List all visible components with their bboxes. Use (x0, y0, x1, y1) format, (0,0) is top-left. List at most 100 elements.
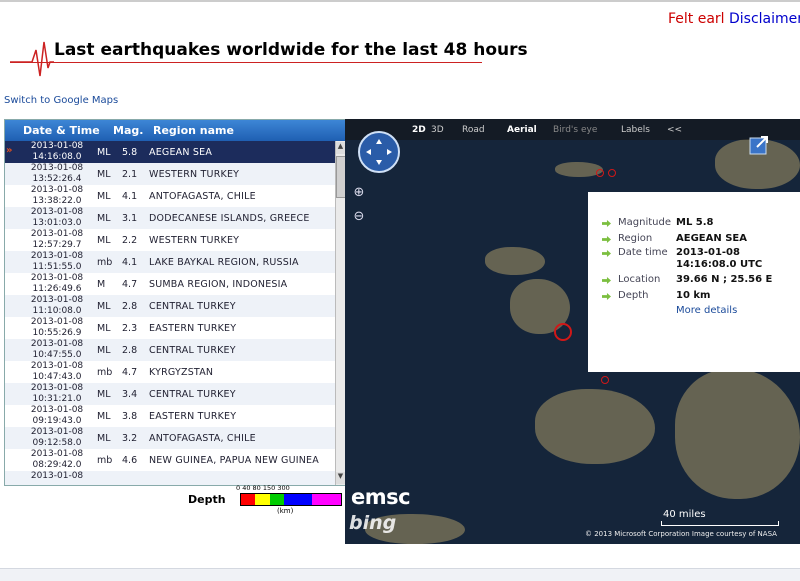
labels-toggle[interactable]: Labels (621, 125, 650, 135)
page-title: Last earthquakes worldwide for the last … (54, 40, 528, 60)
row-date: 2013-01-08 (30, 449, 84, 459)
view-2d-button[interactable]: 2D (412, 125, 426, 135)
map-scale-label: 40 miles (663, 509, 706, 520)
table-row[interactable]: » 2013-01-08 14:16:08.0 ML 5.8 AEGEAN SEA (5, 141, 335, 163)
view-3d-button[interactable]: 3D (431, 125, 444, 135)
popup-value: 39.66 N ; 25.56 E (676, 274, 773, 285)
column-header-magnitude[interactable]: Mag. (113, 124, 143, 137)
seismograph-logo-icon (10, 41, 54, 77)
depth-color-band (312, 494, 341, 505)
row-datetime: 2013-01-08 09:19:43.0 (21, 405, 93, 427)
collapse-toolbar-button[interactable]: << (667, 125, 682, 135)
row-datetime: 2013-01-08 09:12:58.0 (21, 427, 93, 449)
row-datetime: 2013-01-08 10:47:55.0 (21, 339, 93, 361)
row-time: 11:10:08.0 (32, 306, 82, 316)
row-time: 13:38:22.0 (32, 196, 82, 206)
birds-eye-view-button[interactable]: Bird's eye (553, 125, 597, 135)
green-arrow-icon (602, 236, 611, 243)
table-row[interactable]: 2013-01-08 12:57:29.7 ML 2.2 WESTERN TURKEY (5, 229, 335, 251)
row-date: 2013-01-08 (30, 251, 84, 261)
zoom-out-icon[interactable]: ⊖ (351, 209, 367, 225)
table-row[interactable]: 2013-01-08 13:52:26.4 ML 2.1 WESTERN TURKEY (5, 163, 335, 185)
top-border (0, 0, 800, 2)
table-row[interactable]: 2013-01-08 11:51:55.0 mb 4.1 LAKE BAYKAL REG… (5, 251, 335, 273)
row-time: 10:55:26.9 (32, 328, 82, 338)
column-header-region[interactable]: Region name (153, 124, 234, 137)
row-region: EASTERN TURKEY (149, 323, 237, 334)
row-datetime: 2013-01-08 11:51:55.0 (21, 251, 93, 273)
table-row[interactable]: 2013-01-08 (5, 471, 335, 485)
row-date: 2013-01-08 (30, 317, 84, 327)
table-row[interactable]: 2013-01-08 11:26:49.6 M 4.7 SUMBA REGION, IN… (5, 273, 335, 295)
map-view[interactable]: 2D 3D Road Aerial Bird's eye Labels << ⊕… (345, 119, 800, 544)
table-row[interactable]: 2013-01-08 10:47:55.0 ML 2.8 CENTRAL TURKEY (5, 339, 335, 361)
table-row[interactable]: 2013-01-08 13:38:22.0 ML 4.1 ANTOFAGASTA, CH… (5, 185, 335, 207)
scroll-down-icon[interactable]: ▼ (336, 472, 345, 484)
row-magnitude: 3.4 (122, 389, 138, 400)
table-row[interactable]: 2013-01-08 09:19:43.0 ML 3.8 EASTERN TURKEY (5, 405, 335, 427)
earthquake-marker[interactable] (601, 376, 609, 384)
map-scale-bar (661, 521, 779, 526)
row-time: 11:26:49.6 (32, 284, 82, 294)
row-date: 2013-01-08 (30, 471, 84, 481)
row-magnitude-type: mb (97, 367, 113, 378)
disclaimer-link[interactable]: Disclaimer (729, 11, 800, 27)
depth-color-band (269, 494, 284, 505)
table-row[interactable]: 2013-01-08 08:29:42.0 mb 4.6 NEW GUINEA, PAP… (5, 449, 335, 471)
bing-logo: bing (349, 512, 397, 534)
felt-earthquake-link[interactable]: Felt earl (668, 11, 725, 27)
row-magnitude: 2.3 (122, 323, 138, 334)
row-magnitude: 2.2 (122, 235, 138, 246)
row-magnitude: 3.8 (122, 411, 138, 422)
more-details-link[interactable]: More details (676, 305, 737, 316)
row-date: 2013-01-08 (30, 295, 84, 305)
table-row[interactable]: 2013-01-08 13:01:03.0 ML 3.1 DODECANESE ISLA… (5, 207, 335, 229)
earthquake-marker[interactable] (596, 169, 604, 177)
row-region: WESTERN TURKEY (149, 235, 240, 246)
island (485, 247, 545, 275)
row-magnitude-type: ML (97, 301, 111, 312)
row-magnitude: 4.7 (122, 279, 138, 290)
table-row[interactable]: 2013-01-08 09:12:58.0 ML 3.2 ANTOFAGASTA, CH… (5, 427, 335, 449)
row-magnitude-type: ML (97, 345, 111, 356)
expand-map-icon[interactable] (749, 133, 771, 155)
row-time: 11:51:55.0 (32, 262, 82, 272)
row-region: CENTRAL TURKEY (149, 389, 236, 400)
row-date: 2013-01-08 (30, 229, 84, 239)
earthquake-marker-selected[interactable] (554, 323, 572, 341)
pan-compass-icon[interactable] (358, 131, 400, 173)
map-toolbar: 2D 3D Road Aerial Bird's eye Labels << (345, 119, 800, 140)
switch-to-google-maps-link[interactable]: Switch to Google Maps (4, 95, 118, 106)
row-magnitude: 2.1 (122, 169, 138, 180)
row-datetime: 2013-01-08 10:31:21.0 (21, 383, 93, 405)
zoom-in-icon[interactable]: ⊕ (351, 185, 367, 201)
road-view-button[interactable]: Road (462, 125, 485, 135)
scroll-up-icon[interactable]: ▲ (336, 142, 345, 154)
column-header-datetime[interactable]: Date & Time (23, 124, 100, 137)
earthquake-marker[interactable] (608, 169, 616, 177)
table-row[interactable]: 2013-01-08 11:10:08.0 ML 2.8 CENTRAL TURKEY (5, 295, 335, 317)
depth-color-scale (240, 493, 342, 506)
popup-key: Magnitude (618, 217, 671, 228)
row-datetime: 2013-01-08 13:38:22.0 (21, 185, 93, 207)
row-region: DODECANESE ISLANDS, GREECE (149, 213, 310, 224)
row-region: EASTERN TURKEY (149, 411, 237, 422)
row-date: 2013-01-08 (30, 361, 84, 371)
row-magnitude: 2.8 (122, 345, 138, 356)
row-datetime: 2013-01-08 10:47:43.0 (21, 361, 93, 383)
earthquake-table: Date & Time Mag. Region name » 2013-01-08… (4, 119, 347, 486)
aerial-view-button[interactable]: Aerial (507, 125, 537, 135)
green-arrow-icon (602, 250, 611, 257)
popup-value: 10 km (676, 290, 711, 301)
page-footer-strip (0, 568, 800, 581)
table-row[interactable]: 2013-01-08 10:55:26.9 ML 2.3 EASTERN TURKEY (5, 317, 335, 339)
popup-key: Depth (618, 290, 649, 301)
row-magnitude: 4.6 (122, 455, 138, 466)
table-row[interactable]: 2013-01-08 10:47:43.0 mb 4.7 KYRGYZSTAN (5, 361, 335, 383)
table-header: Date & Time Mag. Region name (5, 120, 346, 141)
depth-color-band (255, 494, 270, 505)
row-date: 2013-01-08 (30, 383, 84, 393)
depth-color-band (283, 494, 313, 505)
row-datetime: 2013-01-08 (21, 471, 93, 482)
table-row[interactable]: 2013-01-08 10:31:21.0 ML 3.4 CENTRAL TURKEY (5, 383, 335, 405)
